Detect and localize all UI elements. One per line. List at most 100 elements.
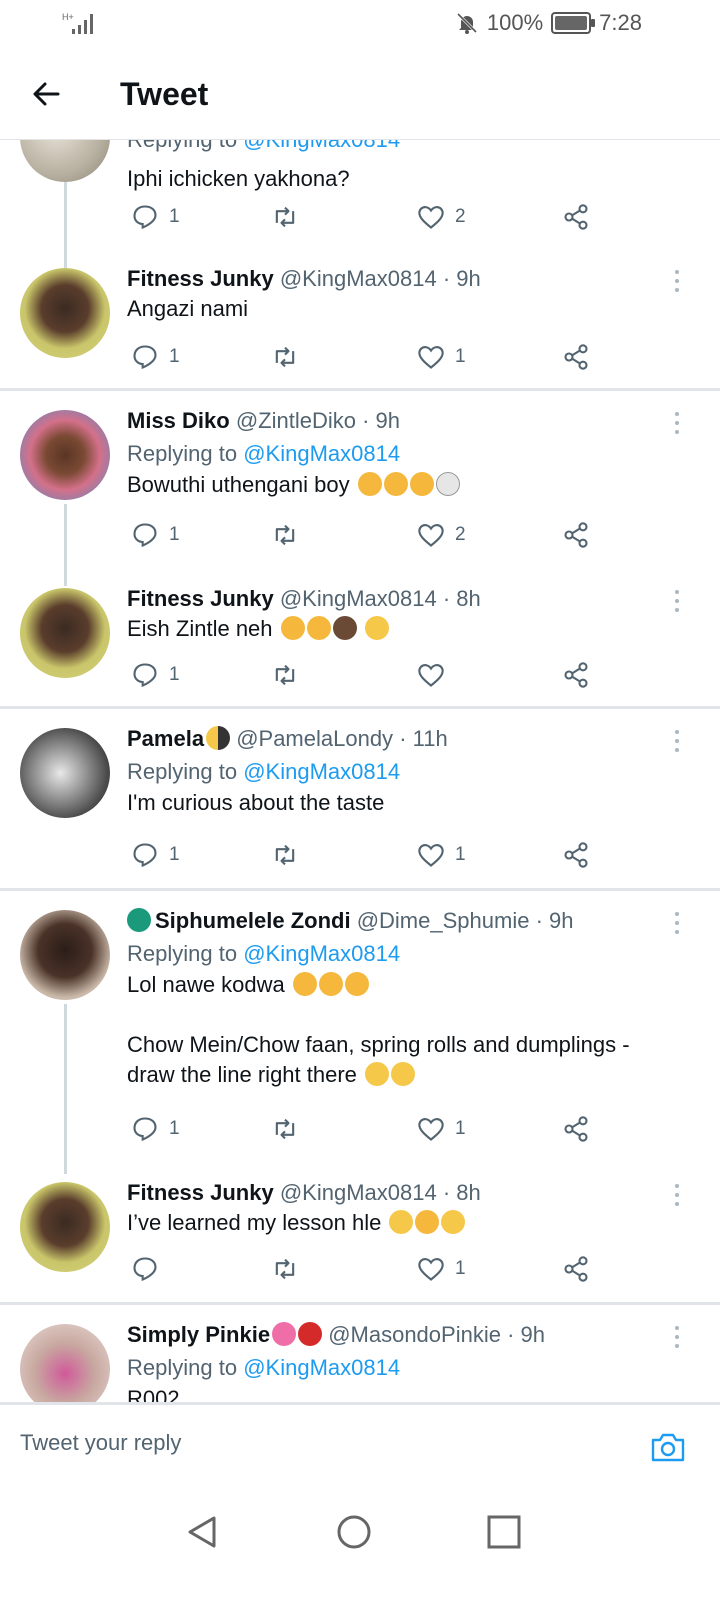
- tweet-item[interactable]: Miss Diko @ZintleDiko · 9h Replying to @…: [0, 402, 720, 586]
- system-nav-bar: [0, 1482, 720, 1600]
- retweet-icon: [275, 524, 295, 546]
- tweet-text: I’ve learned my lesson hle: [127, 1208, 670, 1238]
- more-icon[interactable]: [672, 1324, 682, 1350]
- tweet-meta: Fitness Junky @KingMax0814 · 8h: [127, 1180, 481, 1205]
- tweet-item[interactable]: Fitness Junky @KingMax0814 · 9h Angazi n…: [0, 260, 720, 390]
- reply-button[interactable]: [131, 1254, 169, 1284]
- retweet-button[interactable]: [271, 342, 299, 372]
- nav-recents-icon[interactable]: [484, 1512, 524, 1552]
- avatar[interactable]: [20, 910, 110, 1000]
- share-button[interactable]: [562, 840, 590, 870]
- retweet-button[interactable]: [271, 520, 299, 550]
- more-icon[interactable]: [672, 268, 682, 294]
- reply-button[interactable]: 1: [131, 520, 180, 550]
- retweet-button[interactable]: [271, 1254, 299, 1284]
- tweet-actions: 1 1: [127, 840, 607, 870]
- avatar[interactable]: [20, 140, 110, 182]
- reply-button[interactable]: 1: [131, 1114, 180, 1144]
- facepalm-emoji-icon: [332, 616, 357, 640]
- clock: 7:28: [599, 10, 642, 35]
- share-icon: [564, 1116, 588, 1142]
- replying-to: Replying to @KingMax0814: [127, 441, 401, 466]
- tweet-actions: 1 1: [127, 342, 607, 372]
- reply-feed[interactable]: Replying to @KingMax0814 Iphi ichicken y…: [0, 140, 720, 1402]
- replying-to: Replying to @KingMax0814: [127, 1355, 401, 1380]
- tweet-meta: Fitness Junky @KingMax0814 · 8h: [127, 586, 481, 611]
- avatar[interactable]: [20, 268, 110, 358]
- replying-to: Replying to @KingMax0814: [127, 941, 401, 966]
- share-button[interactable]: [562, 1254, 590, 1284]
- retweet-icon: [275, 664, 295, 686]
- more-icon[interactable]: [672, 910, 682, 936]
- tweet-actions: 1: [127, 660, 607, 690]
- reply-icon: [133, 1117, 157, 1142]
- crying-emoji-icon: [292, 972, 317, 996]
- tweet-actions: 1 2: [127, 520, 607, 550]
- more-icon[interactable]: [672, 1182, 682, 1208]
- more-icon[interactable]: [672, 588, 682, 614]
- like-button[interactable]: 1: [417, 342, 466, 372]
- battery-percent: 100%: [486, 10, 544, 35]
- share-button[interactable]: [562, 1114, 590, 1144]
- avatar[interactable]: [20, 1324, 110, 1402]
- like-icon: [418, 524, 444, 547]
- share-button[interactable]: [562, 342, 590, 372]
- avatar[interactable]: [20, 588, 110, 678]
- crying-emoji-icon: [383, 472, 408, 496]
- like-button[interactable]: 2: [417, 202, 466, 232]
- more-icon[interactable]: [672, 728, 682, 754]
- reply-composer: [0, 1402, 720, 1485]
- nav-home-icon[interactable]: [334, 1512, 374, 1552]
- tweet-meta: Pamela @PamelaLondy · 11h: [127, 726, 448, 751]
- share-button[interactable]: [562, 520, 590, 550]
- muted-bell-icon: [456, 12, 477, 34]
- tweet-item[interactable]: Pamela @PamelaLondy · 11h Replying to @K…: [0, 720, 720, 890]
- replying-to: Replying to @KingMax0814: [127, 759, 401, 784]
- avatar[interactable]: [20, 728, 110, 818]
- reply-button[interactable]: 1: [131, 342, 180, 372]
- divider: [0, 388, 720, 391]
- divider: [0, 706, 720, 709]
- retweet-button[interactable]: [271, 1114, 299, 1144]
- tweet-meta: Siphumelele Zondi @Dime_Sphumie · 9h: [127, 906, 670, 936]
- like-button[interactable]: 1: [417, 1114, 466, 1144]
- back-arrow-icon[interactable]: [28, 76, 64, 112]
- tweet-item[interactable]: Simply Pinkie @MasondoPinkie · 9h Replyi…: [0, 1316, 720, 1402]
- camera-icon[interactable]: [650, 1431, 686, 1463]
- status-bar: H+ 100% 7:28: [0, 0, 720, 48]
- avatar[interactable]: [20, 1182, 110, 1272]
- reply-button[interactable]: 1: [131, 660, 180, 690]
- share-icon: [564, 344, 588, 370]
- more-icon[interactable]: [672, 410, 682, 436]
- retweet-icon: [275, 844, 295, 866]
- reply-button[interactable]: 1: [131, 202, 180, 232]
- share-icon: [564, 662, 588, 688]
- page-title: Tweet: [120, 76, 209, 112]
- tweet-item[interactable]: Siphumelele Zondi @Dime_Sphumie · 9h Rep…: [0, 902, 720, 1182]
- share-icon: [564, 204, 588, 230]
- like-button[interactable]: 2: [417, 520, 466, 550]
- retweet-button[interactable]: [271, 202, 299, 232]
- tweet-item[interactable]: Fitness Junky @KingMax0814 · 8h Eish Zin…: [0, 580, 720, 710]
- tweet-text: R002: [127, 1386, 180, 1402]
- share-button[interactable]: [562, 660, 590, 690]
- scorpio-emoji-icon: [127, 908, 151, 932]
- reply-input[interactable]: [20, 1425, 600, 1461]
- like-button[interactable]: 1: [417, 840, 466, 870]
- like-button[interactable]: [417, 660, 455, 690]
- grin-sweat-emoji-icon: [364, 616, 389, 640]
- crying-emoji-icon: [357, 472, 382, 496]
- retweet-button[interactable]: [271, 660, 299, 690]
- retweet-icon: [275, 1258, 295, 1280]
- tweet-text: Iphi ichicken yakhona?: [127, 166, 350, 191]
- tweet-actions: 1: [127, 1254, 607, 1284]
- tweet-item[interactable]: Fitness Junky @KingMax0814 · 8h I’ve lea…: [0, 1174, 720, 1304]
- like-button[interactable]: 1: [417, 1254, 466, 1284]
- like-icon: [418, 346, 444, 369]
- avatar[interactable]: [20, 410, 110, 500]
- share-button[interactable]: [562, 202, 590, 232]
- nav-back-icon[interactable]: [182, 1512, 222, 1552]
- retweet-button[interactable]: [271, 840, 299, 870]
- tweet-text: I'm curious about the taste: [127, 790, 385, 815]
- reply-button[interactable]: 1: [131, 840, 180, 870]
